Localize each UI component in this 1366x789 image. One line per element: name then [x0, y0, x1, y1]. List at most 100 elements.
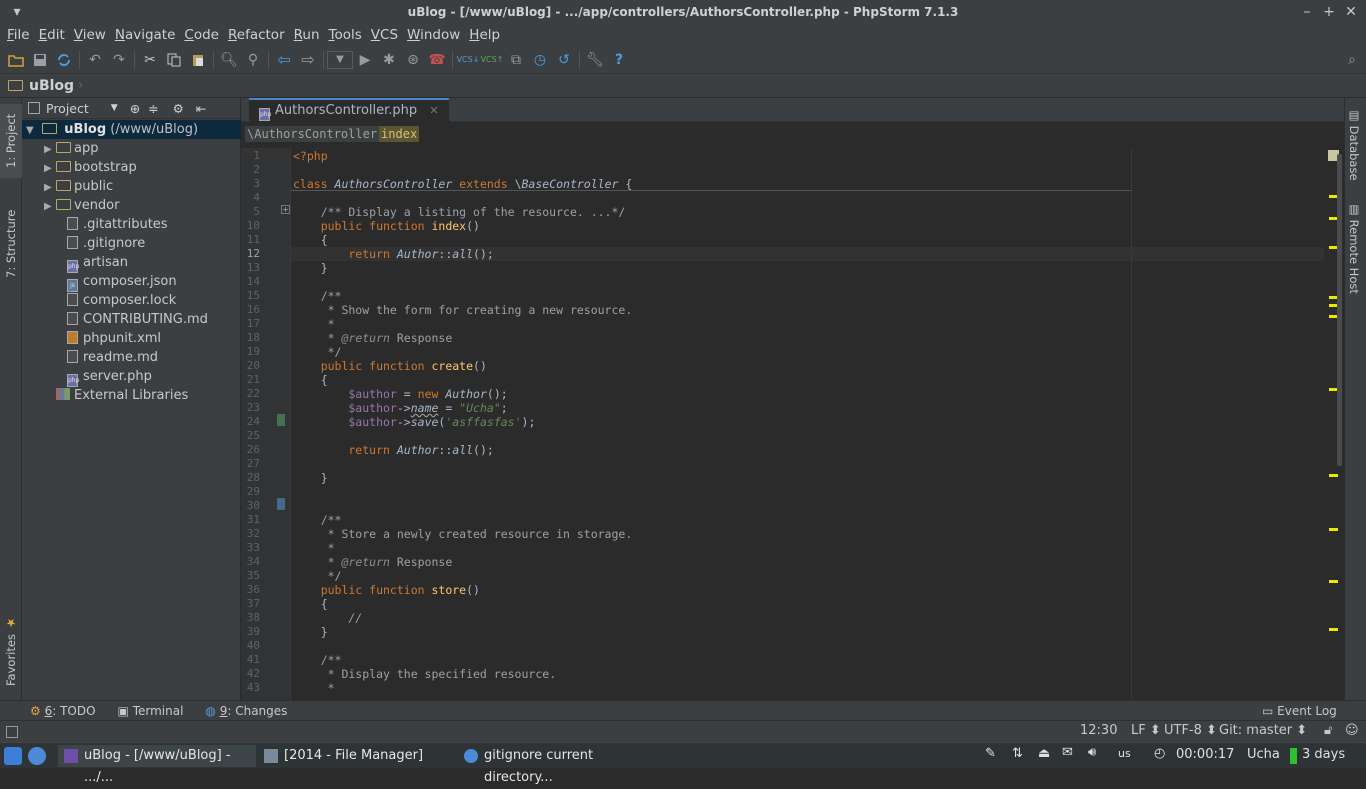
task-browser[interactable]: gitignore current directory...	[458, 745, 658, 785]
task-phpstorm[interactable]: uBlog - [/www/uBlog] - .../...	[58, 745, 256, 785]
tree-item[interactable]: phpunit.xml	[22, 329, 241, 348]
tab-terminal[interactable]: ▣ Terminal	[118, 704, 184, 718]
breadcrumb-method[interactable]: index	[379, 126, 420, 142]
cut-icon[interactable]: ✂	[138, 48, 162, 72]
collapse-icon[interactable]: ≑	[148, 101, 158, 116]
vcs-history-icon[interactable]: ◷	[528, 48, 552, 72]
settings-icon[interactable]: 🔧︎	[583, 48, 607, 72]
tab-event-log[interactable]: ▭ Event Log	[1262, 704, 1337, 718]
coverage-icon[interactable]: ⊛	[401, 48, 425, 72]
caret-position[interactable]: 12:30	[1080, 723, 1117, 738]
vcs-compare-icon[interactable]: ⧉	[504, 48, 528, 72]
volume-icon[interactable]: 🔊︎	[1088, 745, 1096, 760]
timer-value[interactable]: 00:00:17	[1176, 747, 1234, 762]
app-menu-icon[interactable]	[4, 747, 22, 765]
tree-item[interactable]: readme.md	[22, 348, 241, 367]
tree-item[interactable]: php artisan	[22, 253, 241, 273]
close-tab-icon[interactable]: ✕	[429, 104, 438, 117]
menu-run[interactable]: Run	[291, 25, 326, 45]
notes-icon[interactable]: ✎	[985, 746, 996, 761]
tab-database[interactable]: ▤ Database	[1347, 108, 1361, 181]
tree-root[interactable]: ▼ uBlog (/www/uBlog)	[22, 120, 241, 139]
menu-help[interactable]: Help	[466, 25, 506, 45]
find-icon[interactable]: 🔍︎	[217, 48, 241, 72]
menu-file[interactable]: File	[4, 25, 36, 45]
listen-debug-icon[interactable]: ☎	[425, 48, 449, 72]
help-icon[interactable]: ?	[607, 48, 631, 72]
vcs-revert-icon[interactable]: ↺	[552, 48, 576, 72]
tab-changes[interactable]: ◍ 9: Changes	[205, 704, 287, 718]
tree-item[interactable]: ▶ vendor	[22, 196, 241, 215]
fold-icon[interactable]: +	[281, 205, 290, 214]
usb-icon[interactable]: ⏏	[1038, 746, 1050, 761]
chevron-down-icon[interactable]: ▼	[111, 103, 118, 113]
menu-edit[interactable]: Edit	[36, 25, 71, 45]
window-menu-icon[interactable]: ▾	[6, 0, 28, 24]
save-all-icon[interactable]	[28, 48, 52, 72]
close-button[interactable]: ✕	[1340, 0, 1362, 24]
keyboard-layout[interactable]: us	[1118, 747, 1131, 760]
project-view-selector[interactable]: Project	[46, 101, 89, 116]
breadcrumb-class[interactable]: \AuthorsController	[245, 126, 380, 142]
replace-icon[interactable]: ⚲	[241, 48, 265, 72]
tree-item[interactable]: .gitignore	[22, 234, 241, 253]
maximize-button[interactable]: +	[1318, 0, 1340, 24]
encoding-selector[interactable]: UTF-8 ⬍	[1164, 723, 1217, 738]
hide-panel-icon[interactable]: ⇤	[196, 101, 206, 116]
open-folder-icon[interactable]	[4, 48, 28, 72]
menu-refactor[interactable]: Refactor	[225, 25, 291, 45]
tab-remote-host[interactable]: ▥ Remote Host	[1347, 202, 1361, 294]
line-separator-selector[interactable]: LF ⬍	[1131, 723, 1161, 738]
menu-window[interactable]: Window	[404, 25, 466, 45]
run-config-dropdown[interactable]: ▼	[327, 50, 353, 69]
locate-icon[interactable]: ⊕	[130, 101, 140, 116]
forward-icon[interactable]: ⇨	[296, 48, 320, 72]
user-name[interactable]: Ucha	[1247, 747, 1280, 762]
tree-item[interactable]: php server.php	[22, 367, 241, 387]
tree-item[interactable]: ▶ app	[22, 139, 241, 158]
menu-view[interactable]: View	[71, 25, 112, 45]
tree-item[interactable]: ▶ public	[22, 177, 241, 196]
copy-icon[interactable]	[162, 48, 186, 72]
search-everywhere-icon[interactable]: ⌕	[1340, 48, 1364, 72]
redo-icon[interactable]: ↷	[107, 48, 131, 72]
expand-arrow-icon[interactable]: ▼	[26, 121, 38, 140]
tree-item[interactable]: CONTRIBUTING.md	[22, 310, 241, 329]
tree-item-external-libraries[interactable]: External Libraries	[22, 386, 241, 405]
tab-authors-controller[interactable]: php AuthorsController.php ✕	[249, 98, 449, 122]
lock-icon[interactable]: 🔓︎	[1324, 723, 1332, 738]
back-icon[interactable]: ⇦	[272, 48, 296, 72]
minimize-button[interactable]: –	[1296, 0, 1318, 24]
tree-item[interactable]: .gitattributes	[22, 215, 241, 234]
network-icon[interactable]: ⇅	[1012, 746, 1023, 761]
error-stripe[interactable]	[1324, 148, 1344, 700]
gear-icon[interactable]: ⚙	[173, 101, 184, 116]
mail-icon[interactable]: ✉	[1062, 745, 1073, 760]
run-icon[interactable]: ▶	[353, 48, 377, 72]
hector-icon[interactable]: ☺	[1345, 723, 1359, 738]
menu-navigate[interactable]: Navigate	[112, 25, 182, 45]
vcs-branch-selector[interactable]: Git: master ⬍	[1219, 723, 1307, 738]
hide-tool-windows-icon[interactable]	[6, 726, 18, 738]
tree-item[interactable]: composer.lock	[22, 291, 241, 310]
vcs-update-icon[interactable]: VCS↓	[456, 48, 480, 72]
code-editor[interactable]: <?php class AuthorsController extends \B…	[291, 148, 1326, 700]
browser-icon[interactable]	[28, 747, 46, 765]
menu-vcs[interactable]: VCS	[368, 25, 404, 45]
paste-icon[interactable]	[186, 48, 210, 72]
tab-favorites[interactable]: Favorites ★	[0, 613, 22, 689]
tree-item[interactable]: js composer.json	[22, 272, 241, 292]
scrollbar-thumb[interactable]	[1337, 154, 1342, 466]
sync-icon[interactable]	[52, 48, 76, 72]
debug-icon[interactable]: ✱	[377, 48, 401, 72]
menu-tools[interactable]: Tools	[326, 25, 368, 45]
nav-project-crumb[interactable]: uBlog	[29, 78, 74, 94]
tab-project[interactable]: 1: Project	[0, 104, 22, 178]
undo-icon[interactable]: ↶	[83, 48, 107, 72]
vcs-commit-icon[interactable]: VCS↑	[480, 48, 504, 72]
menu-code[interactable]: Code	[181, 25, 225, 45]
task-file-manager[interactable]: [2014 - File Manager]	[258, 745, 454, 767]
tab-todo[interactable]: ⚙ 6: TODO	[30, 704, 96, 718]
tab-structure[interactable]: 7: Structure	[0, 198, 22, 290]
tree-item[interactable]: ▶ bootstrap	[22, 158, 241, 177]
